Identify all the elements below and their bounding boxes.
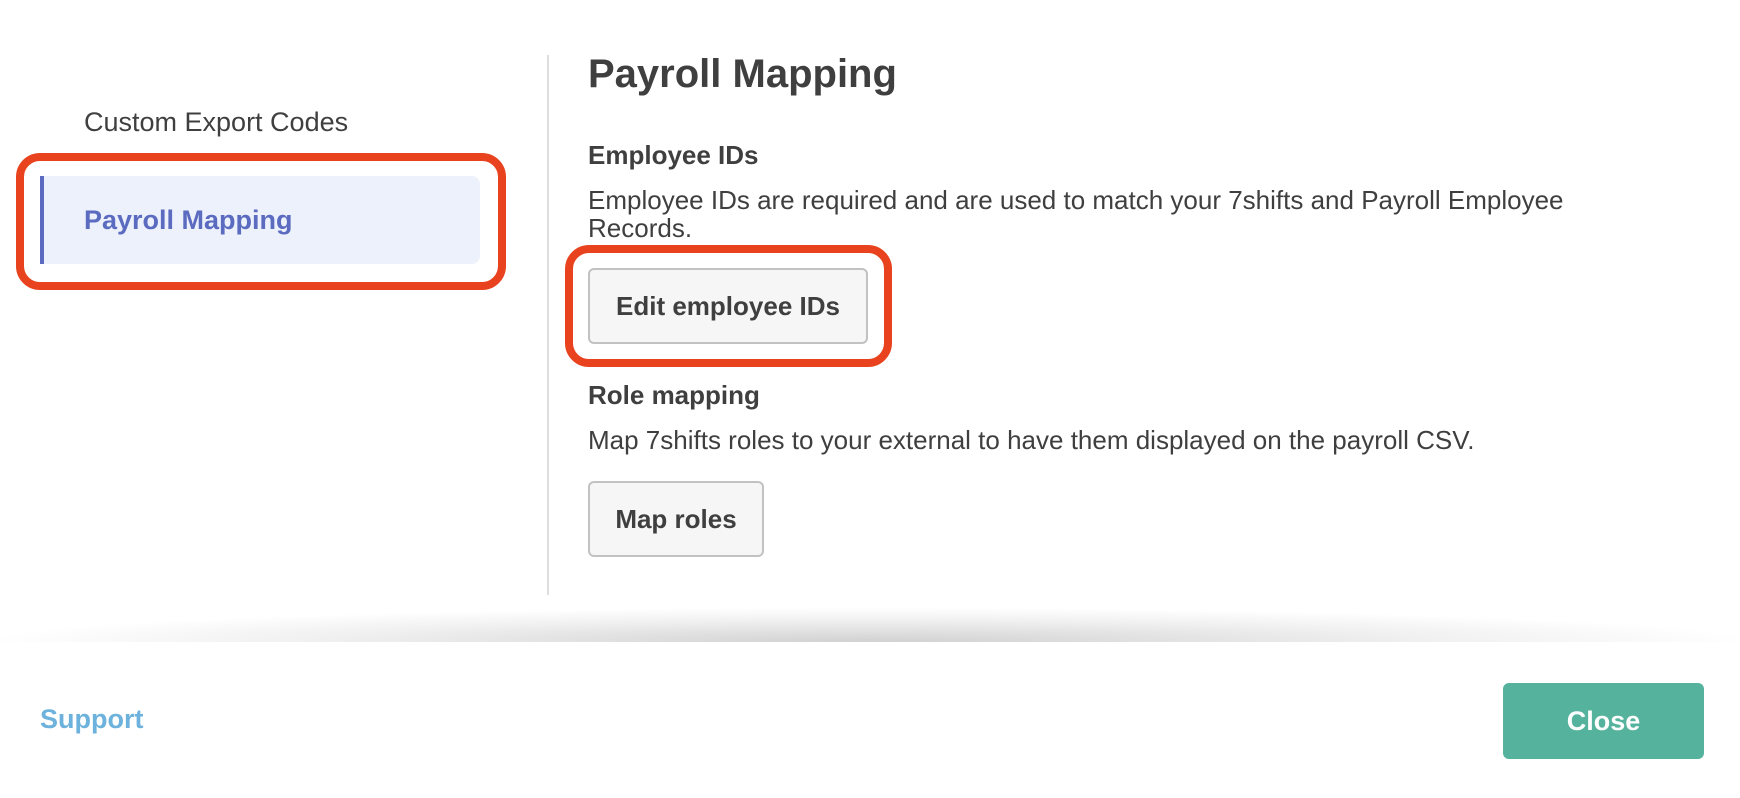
sidebar-item-label: Custom Export Codes — [84, 107, 349, 137]
role-mapping-description: Map 7shifts roles to your external to ha… — [588, 425, 1475, 455]
dialog-footer: Support Close — [0, 642, 1740, 798]
support-link[interactable]: Support — [40, 704, 143, 735]
footer-shadow — [0, 608, 1740, 642]
employee-ids-description: Employee IDs are required and are used t… — [588, 185, 1564, 243]
sidebar-item-label: Payroll Mapping — [84, 205, 293, 235]
role-mapping-heading: Role mapping — [588, 380, 760, 410]
page-title: Payroll Mapping — [588, 52, 897, 96]
map-roles-button[interactable]: Map roles — [588, 481, 764, 557]
employee-ids-heading: Employee IDs — [588, 140, 759, 170]
sidebar-item-payroll-mapping[interactable]: Payroll Mapping — [40, 176, 480, 264]
vertical-divider — [547, 55, 549, 595]
edit-employee-ids-button[interactable]: Edit employee IDs — [588, 268, 868, 344]
payroll-settings-dialog: Custom Export Codes Payroll Mapping Payr… — [0, 0, 1740, 798]
settings-sidebar: Custom Export Codes Payroll Mapping — [0, 0, 550, 640]
close-button[interactable]: Close — [1503, 683, 1704, 759]
sidebar-item-custom-export-codes[interactable]: Custom Export Codes — [40, 97, 480, 147]
